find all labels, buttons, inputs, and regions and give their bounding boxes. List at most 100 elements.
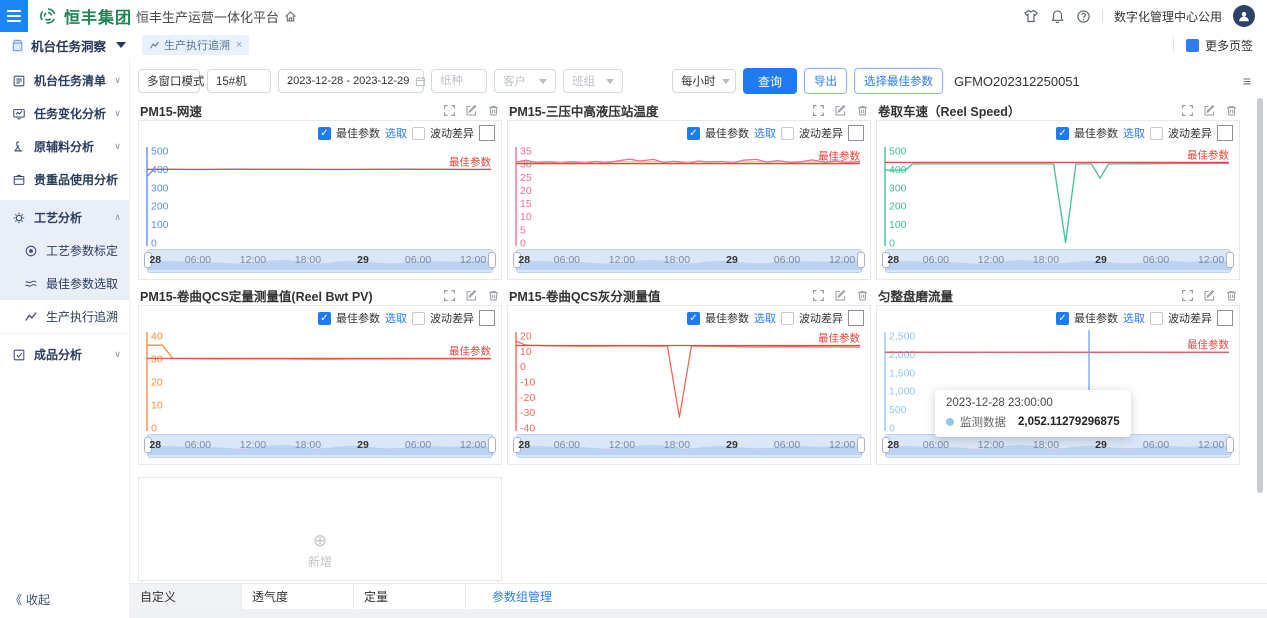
- fluctuation-checkbox[interactable]: [1150, 127, 1163, 140]
- best-param-checkbox[interactable]: ✓: [687, 127, 700, 140]
- fullscreen-icon[interactable]: [812, 104, 825, 117]
- select-link[interactable]: 选取: [385, 125, 407, 141]
- bottom-tab-定量[interactable]: 定量: [354, 584, 466, 609]
- home-icon[interactable]: [284, 10, 297, 23]
- datazoom-slider[interactable]: 2806:0012:0018:002906:0012:00: [885, 249, 1231, 273]
- sidebar-item-最佳参数选取[interactable]: 最佳参数选取: [0, 267, 129, 300]
- help-icon[interactable]: [1076, 9, 1091, 24]
- fluctuation-checkbox[interactable]: [781, 312, 794, 325]
- add-chart-card[interactable]: ⊕ 新增: [138, 477, 502, 581]
- mode-select[interactable]: 多窗口模式: [138, 69, 200, 93]
- delete-icon[interactable]: [1225, 289, 1238, 302]
- delete-icon[interactable]: [856, 104, 869, 117]
- workspace-switcher[interactable]: 机台任务洞察: [0, 36, 126, 55]
- customer-select-placeholder: 客户: [503, 73, 533, 89]
- chevron-down-icon: ∨: [114, 141, 121, 152]
- fullscreen-icon[interactable]: [1181, 289, 1194, 302]
- machine-field[interactable]: [207, 69, 271, 93]
- best-param-checkbox[interactable]: ✓: [687, 312, 700, 325]
- paper-input[interactable]: [440, 75, 478, 87]
- select-link[interactable]: 选取: [754, 125, 776, 141]
- select-link[interactable]: 选取: [385, 310, 407, 326]
- more-tabs-button[interactable]: 更多页签: [1173, 37, 1267, 53]
- datazoom-slider[interactable]: 2806:0012:0018:002906:0012:00: [516, 434, 862, 458]
- datazoom-handle-right[interactable]: [1226, 437, 1234, 453]
- edit-icon[interactable]: [834, 289, 847, 302]
- date-range-picker[interactable]: 2023-12-28 - 2023-12-29: [278, 69, 424, 93]
- datazoom-handle-right[interactable]: [857, 252, 865, 268]
- best-param-label: 最佳参数: [1074, 310, 1118, 326]
- best-param-checkbox[interactable]: ✓: [318, 127, 331, 140]
- edit-icon[interactable]: [1203, 289, 1216, 302]
- datazoom-slider[interactable]: 2806:0012:0018:002906:0012:00: [885, 434, 1231, 458]
- select-link[interactable]: 选取: [754, 310, 776, 326]
- best-param-checkbox[interactable]: ✓: [1056, 312, 1069, 325]
- sidebar-item-任务变化分析[interactable]: 任务变化分析∨: [0, 97, 129, 130]
- bottom-tab-透气度[interactable]: 透气度: [242, 584, 354, 609]
- fullscreen-icon[interactable]: [443, 289, 456, 302]
- datazoom-handle-right[interactable]: [488, 437, 496, 453]
- legend-color-box[interactable]: [1217, 125, 1233, 141]
- datazoom-slider[interactable]: 2806:0012:0018:002906:0012:00: [516, 249, 862, 273]
- sidebar-item-机台任务清单[interactable]: 机台任务清单∨: [0, 64, 129, 97]
- delete-icon[interactable]: [1225, 104, 1238, 117]
- sidebar-collapse-button[interactable]: 《 收起: [10, 591, 50, 608]
- sidebar-item-原辅料分析[interactable]: 原辅料分析∨: [0, 130, 129, 163]
- customer-select[interactable]: 客户: [494, 69, 556, 93]
- best-param-checkbox[interactable]: ✓: [1056, 127, 1069, 140]
- edit-icon[interactable]: [465, 104, 478, 117]
- legend-color-box[interactable]: [479, 125, 495, 141]
- sidebar-item-label: 贵重品使用分析: [34, 171, 121, 188]
- bell-icon[interactable]: [1050, 9, 1065, 24]
- fluctuation-label: 波动差异: [1168, 310, 1212, 326]
- select-link[interactable]: 选取: [1123, 310, 1145, 326]
- edit-icon[interactable]: [834, 104, 847, 117]
- sidebar-item-生产执行追溯[interactable]: 生产执行追溯: [0, 300, 129, 333]
- edit-icon[interactable]: [1203, 104, 1216, 117]
- fullscreen-icon[interactable]: [1181, 104, 1194, 117]
- legend-color-box[interactable]: [848, 310, 864, 326]
- svg-text:200: 200: [889, 201, 907, 213]
- toolbar-menu-icon[interactable]: ≡: [1243, 73, 1251, 89]
- open-tab-chip[interactable]: 生产执行追溯 ×: [142, 35, 249, 55]
- fluctuation-checkbox[interactable]: [781, 127, 794, 140]
- datazoom-handle-right[interactable]: [488, 252, 496, 268]
- vertical-scrollbar[interactable]: [1257, 98, 1263, 493]
- svg-text:0: 0: [520, 361, 526, 373]
- export-button[interactable]: 导出: [804, 68, 847, 94]
- query-button[interactable]: 查询: [743, 68, 797, 94]
- paper-field[interactable]: [431, 69, 487, 93]
- legend-color-box[interactable]: [848, 125, 864, 141]
- user-avatar[interactable]: [1233, 5, 1255, 27]
- datazoom-slider[interactable]: 2806:0012:0018:002906:0012:00: [147, 434, 493, 458]
- fluctuation-checkbox[interactable]: [412, 127, 425, 140]
- bottom-tab-自定义[interactable]: 自定义: [130, 584, 242, 609]
- select-best-param-button[interactable]: 选择最佳参数: [854, 68, 943, 94]
- hamburger-menu-icon[interactable]: [0, 0, 28, 32]
- shift-select[interactable]: 班组: [563, 69, 623, 93]
- sidebar-item-工艺分析[interactable]: 工艺分析∧: [0, 201, 129, 234]
- sidebar-item-贵重品使用分析[interactable]: 贵重品使用分析: [0, 163, 129, 196]
- edit-icon[interactable]: [465, 289, 478, 302]
- interval-select[interactable]: 每小时: [672, 69, 736, 93]
- best-param-checkbox[interactable]: ✓: [318, 312, 331, 325]
- shirt-icon[interactable]: [1023, 8, 1039, 24]
- fluctuation-checkbox[interactable]: [1150, 312, 1163, 325]
- delete-icon[interactable]: [487, 104, 500, 117]
- fullscreen-icon[interactable]: [812, 289, 825, 302]
- fullscreen-icon[interactable]: [443, 104, 456, 117]
- legend-color-box[interactable]: [479, 310, 495, 326]
- fluctuation-checkbox[interactable]: [412, 312, 425, 325]
- delete-icon[interactable]: [856, 289, 869, 302]
- sidebar-item-成品分析[interactable]: 成品分析∨: [0, 338, 129, 371]
- legend-color-box[interactable]: [1217, 310, 1233, 326]
- machine-input[interactable]: [216, 75, 262, 87]
- sidebar-item-工艺参数标定[interactable]: 工艺参数标定: [0, 234, 129, 267]
- datazoom-handle-right[interactable]: [857, 437, 865, 453]
- datazoom-slider[interactable]: 2806:0012:0018:002906:0012:00: [147, 249, 493, 273]
- select-link[interactable]: 选取: [1123, 125, 1145, 141]
- close-tab-icon[interactable]: ×: [236, 39, 242, 51]
- delete-icon[interactable]: [487, 289, 500, 302]
- datazoom-handle-right[interactable]: [1226, 252, 1234, 268]
- parameter-group-manage-link[interactable]: 参数组管理: [492, 584, 552, 609]
